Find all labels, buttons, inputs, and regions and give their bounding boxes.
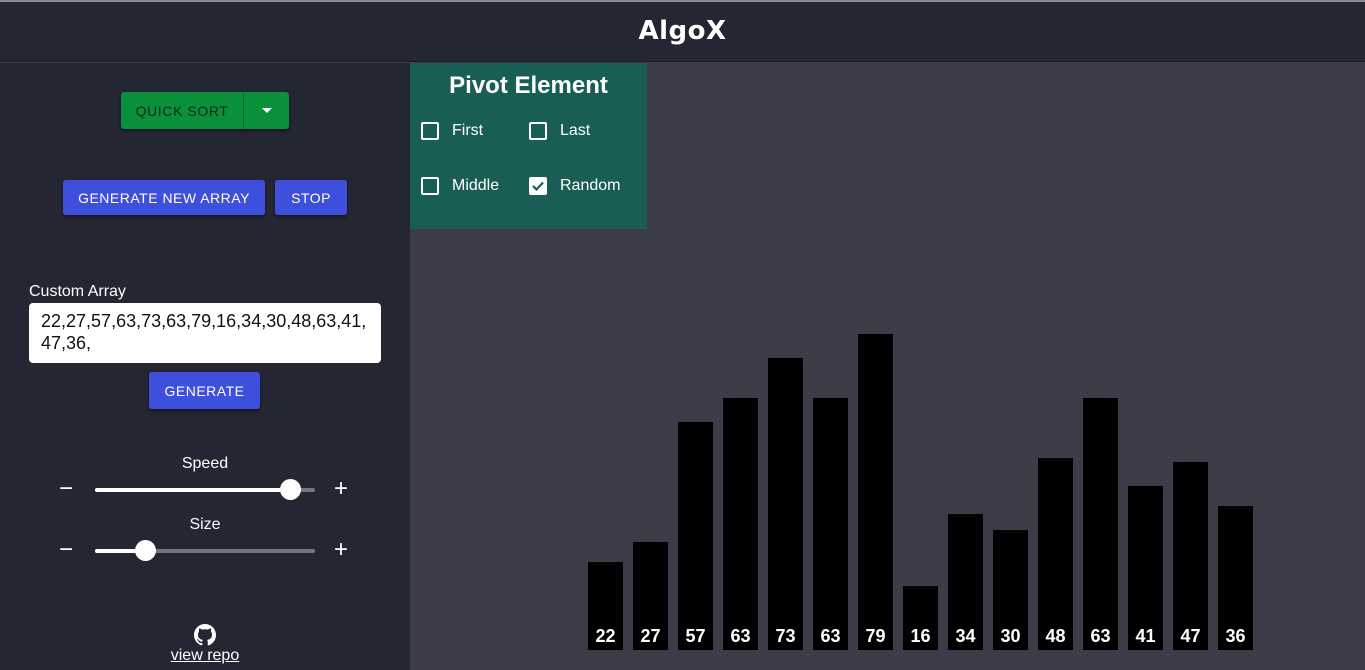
algorithm-split-button: QUICK SORT xyxy=(121,92,289,129)
array-bar xyxy=(858,334,893,650)
size-slider[interactable] xyxy=(95,540,315,561)
bar-value-label: 27 xyxy=(640,626,661,646)
array-bar xyxy=(813,398,848,650)
pivot-option-middle[interactable]: Middle xyxy=(421,177,499,195)
speed-slider-fill xyxy=(95,488,290,492)
array-bar xyxy=(1083,398,1118,650)
array-bar xyxy=(723,398,758,650)
bar-value-label: 63 xyxy=(1090,626,1111,646)
custom-array-input[interactable]: 22,27,57,63,73,63,79,16,34,30,48,63,41,4… xyxy=(29,303,381,363)
bar-value-label: 36 xyxy=(1225,626,1246,646)
bar-value-label: 47 xyxy=(1180,626,1201,646)
bar-value-label: 34 xyxy=(955,626,976,646)
view-repo-link[interactable]: view repo xyxy=(0,647,410,665)
bar-value-label: 79 xyxy=(865,626,886,646)
bar-value-label: 57 xyxy=(685,626,706,646)
pivot-option-label: Middle xyxy=(452,177,500,194)
checkbox-first[interactable] xyxy=(421,122,439,140)
bar-value-label: 41 xyxy=(1135,626,1156,646)
array-bar xyxy=(1173,462,1208,650)
bar-value-label: 63 xyxy=(730,626,751,646)
speed-decrease-button[interactable]: − xyxy=(59,477,73,501)
checkmark-icon xyxy=(532,181,544,191)
stop-button[interactable]: STOP xyxy=(275,180,347,215)
algorithm-dropdown-toggle[interactable] xyxy=(244,92,289,129)
size-label: Size xyxy=(189,516,221,533)
sidebar: QUICK SORT GENERATE NEW ARRAY STOP Custo… xyxy=(0,63,410,670)
caret-down-icon xyxy=(261,108,272,113)
size-increase-button[interactable]: + xyxy=(334,538,348,562)
bar-value-label: 16 xyxy=(910,626,931,646)
pivot-option-label: Random xyxy=(560,177,621,194)
speed-label: Speed xyxy=(181,455,229,472)
bar-value-label: 48 xyxy=(1045,626,1066,646)
top-bar: AlgoX xyxy=(0,0,1365,62)
pivot-panel: Pivot Element First Last Middle Random xyxy=(410,63,647,229)
size-slider-thumb[interactable] xyxy=(134,540,156,561)
speed-slider-thumb[interactable] xyxy=(279,479,301,500)
array-bar xyxy=(1038,458,1073,650)
generate-button[interactable]: GENERATE xyxy=(149,372,260,409)
checkbox-last[interactable] xyxy=(529,122,547,140)
array-bar xyxy=(678,422,713,650)
checkbox-middle[interactable] xyxy=(421,177,439,195)
array-bar xyxy=(768,358,803,650)
custom-array-label: Custom Array xyxy=(29,283,126,300)
pivot-option-label: Last xyxy=(560,122,591,139)
generate-new-array-button[interactable]: GENERATE NEW ARRAY xyxy=(63,180,265,215)
pivot-option-random[interactable]: Random xyxy=(529,177,620,195)
bar-value-label: 73 xyxy=(775,626,796,646)
pivot-option-label: First xyxy=(452,122,484,139)
bar-value-label: 30 xyxy=(1000,626,1021,646)
algorithm-select-button[interactable]: QUICK SORT xyxy=(121,92,244,129)
speed-increase-button[interactable]: + xyxy=(334,477,348,501)
checkbox-random[interactable] xyxy=(529,177,547,195)
pivot-title: Pivot Element xyxy=(449,72,608,99)
bar-value-label: 63 xyxy=(820,626,841,646)
speed-slider[interactable] xyxy=(95,479,315,500)
github-icon[interactable] xyxy=(194,624,216,646)
bar-value-label: 22 xyxy=(595,626,616,646)
array-bar-chart: 22 27 57 63 73 63 79 16 34 30 48 63 41 47 36 xyxy=(410,229,1365,670)
size-decrease-button[interactable]: − xyxy=(59,538,73,562)
app-title: AlgoX xyxy=(638,16,727,46)
pivot-option-last[interactable]: Last xyxy=(529,122,590,140)
pivot-option-first[interactable]: First xyxy=(421,122,483,140)
